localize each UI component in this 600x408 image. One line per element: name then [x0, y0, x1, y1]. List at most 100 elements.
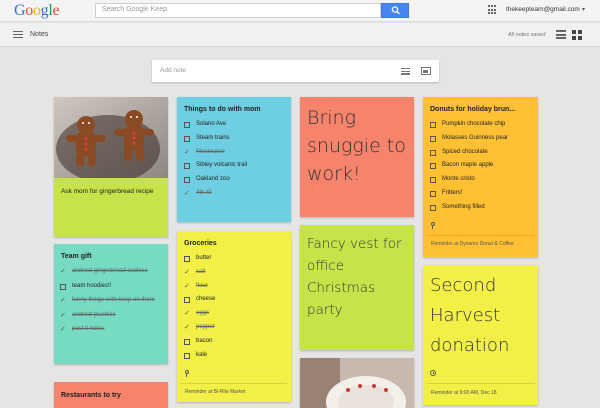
logo-letter: o	[32, 2, 41, 19]
checklist-item[interactable]: ✓ 4th St	[181, 187, 287, 201]
check-icon[interactable]: ✓	[60, 325, 66, 335]
item-label: pepper	[196, 323, 215, 330]
note-text: Ask mom for gingerbread recipe	[61, 188, 154, 195]
checklist-item[interactable]: Monte cristo	[427, 173, 535, 187]
check-icon[interactable]: ✓	[184, 321, 190, 335]
checklist-item[interactable]: bacon	[181, 335, 287, 349]
checklist-item[interactable]: Oakland zoo	[181, 173, 287, 187]
account-email[interactable]: thekeepteam@gmail.com	[506, 6, 580, 13]
checklist-item[interactable]: kale	[181, 349, 287, 363]
check-icon[interactable]: ✓	[184, 146, 190, 160]
check-icon[interactable]: ✓	[184, 187, 190, 201]
checkbox[interactable]	[184, 122, 190, 128]
save-status: All notes saved	[508, 32, 546, 38]
checklist-item[interactable]: Steam trains	[181, 132, 287, 146]
chevron-down-icon[interactable]: ▾	[582, 6, 585, 13]
reminder-text: Reminder at 9:00 AM, Dec 18	[431, 390, 497, 396]
checklist-item[interactable]: ✓ pepper	[181, 321, 287, 335]
note-gingerbread[interactable]: Ask mom for gingerbread recipe	[54, 97, 168, 237]
add-note-input[interactable]: Add note	[152, 60, 439, 82]
checkbox[interactable]	[184, 163, 190, 170]
note-restaurants[interactable]: Restaurants to try	[54, 382, 168, 408]
logo-letter: G	[14, 2, 26, 19]
add-note-placeholder: Add note	[160, 67, 187, 74]
search-input[interactable]: Search Google Keep	[95, 3, 381, 18]
checklist: ✓ android gingerbread cookies team hoodie…	[57, 267, 163, 340]
item-label: Monte cristo	[442, 176, 475, 183]
checklist-item[interactable]: Molasses Guinness pear	[427, 132, 535, 146]
check-icon[interactable]: ✓	[184, 307, 190, 321]
check-icon[interactable]: ✓	[60, 311, 66, 321]
note-title: Things to do with mom	[184, 106, 261, 113]
item-label: Fritters!	[442, 189, 463, 196]
note-donuts[interactable]: Donuts for holiday brun... Pumpkin choco…	[423, 97, 538, 257]
google-logo[interactable]: Google	[14, 2, 60, 20]
checkbox[interactable]	[184, 338, 190, 345]
checkbox[interactable]	[184, 297, 190, 304]
checkbox[interactable]	[430, 135, 436, 142]
list-view-icon[interactable]	[556, 30, 566, 39]
new-list-icon[interactable]	[401, 68, 410, 75]
note-groceries[interactable]: Groceries butter ✓ salt ✓ flour cheese ✓ eg…	[177, 231, 291, 402]
checklist-item[interactable]: Something filled	[427, 201, 535, 215]
checklist-item[interactable]: Bacon maple apple	[427, 159, 535, 173]
checklist-item[interactable]: ✓ android plushies	[57, 311, 163, 321]
note-things-to-do-with-mom[interactable]: Things to do with mom Solano Ave Steam t…	[177, 97, 291, 222]
divider	[427, 235, 535, 236]
item-label: Moonraker	[196, 148, 225, 155]
checklist-item[interactable]: Sibley volcanic trail	[181, 159, 287, 173]
grid-view-icon[interactable]	[572, 30, 582, 40]
checkbox[interactable]	[430, 149, 436, 156]
check-icon[interactable]: ✓	[60, 296, 66, 306]
checklist-item[interactable]: ✓ eggs	[181, 307, 287, 321]
item-label: Bacon maple apple	[442, 162, 494, 169]
checklist-item[interactable]: cheese	[181, 293, 287, 307]
check-icon[interactable]: ✓	[184, 280, 190, 294]
item-label: salt	[196, 268, 206, 275]
checklist-item[interactable]: Pumpkin chocolate chip	[427, 118, 535, 132]
note-snuggie[interactable]: Bring snuggie to work!	[300, 97, 414, 217]
checklist-item[interactable]: ✓ salt	[181, 266, 287, 280]
image-icon[interactable]	[421, 67, 431, 75]
note-text: Fancy vest for office Christmas party	[307, 236, 402, 318]
divider	[181, 383, 287, 384]
checkbox[interactable]	[184, 177, 190, 184]
checkbox[interactable]	[184, 352, 190, 359]
item-label: bacon	[196, 337, 213, 344]
checklist-item[interactable]: Fritters!	[427, 187, 535, 201]
note-second-harvest[interactable]: Second Harvest donation Reminder at 9:00…	[423, 265, 538, 405]
checklist-item[interactable]: Spiced chocolate	[427, 146, 535, 160]
checkbox[interactable]	[60, 283, 66, 290]
item-label: Molasses Guinness pear	[442, 134, 509, 141]
note-title: Team gift	[61, 253, 92, 260]
menu-icon[interactable]	[13, 31, 23, 38]
checklist-item[interactable]: ✓ funny things with keep on them	[57, 296, 163, 306]
item-label: Sibley volcanic trail	[196, 162, 248, 169]
checkbox[interactable]	[430, 122, 436, 128]
check-icon[interactable]: ✓	[60, 267, 66, 277]
note-fancy-vest[interactable]: Fancy vest for office Christmas party	[300, 225, 414, 350]
holiday-photo	[300, 358, 414, 408]
logo-letter: o	[25, 2, 33, 19]
checkbox[interactable]	[430, 204, 436, 211]
checkbox[interactable]	[184, 135, 190, 142]
checkbox[interactable]	[430, 163, 436, 170]
note-title: Donuts for holiday brun...	[430, 106, 516, 113]
checklist-item[interactable]: ✓ flour	[181, 280, 287, 294]
apps-grid-icon[interactable]	[488, 5, 498, 15]
checkbox[interactable]	[430, 190, 436, 197]
note-photo[interactable]	[300, 358, 414, 408]
checklist-item[interactable]: team hoodies!!	[57, 282, 163, 292]
checklist-item[interactable]: ✓ Moonraker	[181, 146, 287, 160]
checkbox[interactable]	[184, 256, 190, 262]
checklist-item[interactable]: Solano Ave	[181, 118, 287, 132]
checkbox[interactable]	[430, 177, 436, 184]
checklist-item[interactable]: ✓ post it notes	[57, 325, 163, 335]
note-team-gift[interactable]: Team gift ✓ android gingerbread cookies t…	[54, 244, 168, 364]
checklist-item[interactable]: butter	[181, 252, 287, 266]
checklist-item[interactable]: ✓ android gingerbread cookies	[57, 267, 163, 277]
item-label: post it notes	[72, 326, 105, 332]
search-button[interactable]	[381, 3, 409, 18]
note-title: Restaurants to try	[61, 392, 121, 399]
check-icon[interactable]: ✓	[184, 266, 190, 280]
